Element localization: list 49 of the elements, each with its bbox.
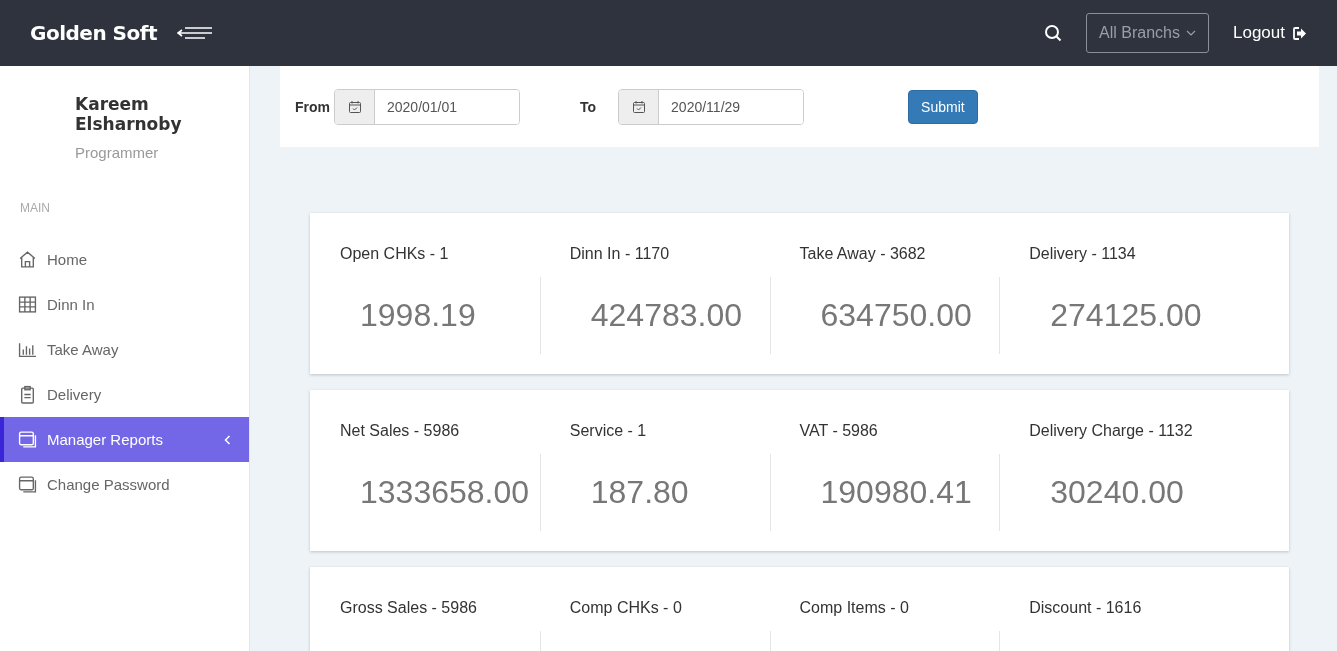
calendar-icon xyxy=(347,99,362,114)
sidebar-item[interactable]: Change Password xyxy=(0,462,249,507)
stat-label: Delivery Charge - 1132 xyxy=(1029,422,1194,440)
calendar-icon xyxy=(631,99,646,114)
stat-value: 274125.00 xyxy=(1050,297,1202,334)
sidebar-item[interactable]: Manager Reports xyxy=(0,417,249,462)
grid-icon xyxy=(18,295,37,314)
sidebar-item[interactable]: Take Away xyxy=(0,327,249,372)
branch-dropdown[interactable]: All Branchs xyxy=(1086,13,1209,53)
chevron-down-icon xyxy=(1186,30,1196,36)
user-role: Programmer xyxy=(75,144,160,161)
sidebar-item[interactable]: Delivery xyxy=(0,372,249,417)
bar-chart-icon xyxy=(18,340,37,359)
stat-value: 424783.00 xyxy=(590,297,742,334)
sidebar-item[interactable]: Home xyxy=(0,237,249,282)
stat-value: 190980.41 xyxy=(820,474,972,511)
date-field[interactable]: 2020/11/29 xyxy=(618,88,805,125)
menu-toggle-icon[interactable] xyxy=(177,26,213,40)
stat-label: Gross Sales - 5986 xyxy=(340,599,478,617)
stat-label: Open CHKs - 1 xyxy=(340,245,450,263)
logout-button[interactable]: Logout xyxy=(1233,23,1307,43)
date-field[interactable]: 2020/01/01 xyxy=(334,88,520,125)
clipboard-icon xyxy=(18,385,37,404)
stat-label: Net Sales - 5986 xyxy=(340,422,461,440)
stat-value: 634750.00 xyxy=(820,297,972,334)
user-name: Kareem Elsharnoby xyxy=(75,94,183,134)
stat-label: VAT - 5986 xyxy=(799,422,879,440)
window-icon xyxy=(18,475,37,494)
stat-label: Discount - 1616 xyxy=(1029,599,1143,617)
stat-value: 1333658.00 xyxy=(360,474,530,511)
stat-label: Dinn In - 1170 xyxy=(569,245,671,263)
window-icon xyxy=(18,430,37,449)
stat-value: 187.80 xyxy=(590,474,689,511)
date-label: From xyxy=(295,98,330,115)
brand-logo: Golden Soft xyxy=(30,21,157,45)
stat-label: Delivery - 1134 xyxy=(1029,245,1137,263)
section-heading: MAIN xyxy=(20,201,51,215)
stat-label: Take Away - 3682 xyxy=(799,245,927,263)
home-icon xyxy=(18,250,37,269)
stat-label: Comp Items - 0 xyxy=(799,599,910,617)
stat-label: Service - 1 xyxy=(569,422,648,440)
date-label: To xyxy=(580,98,597,115)
stat-label: Comp CHKs - 0 xyxy=(569,599,683,617)
search-icon[interactable] xyxy=(1044,24,1063,42)
stat-value: 30240.00 xyxy=(1050,474,1184,511)
logout-icon xyxy=(1293,26,1307,40)
submit-button[interactable]: Submit xyxy=(908,89,978,124)
stat-value: 1998.19 xyxy=(360,297,476,334)
sidebar-item[interactable]: Dinn In xyxy=(0,282,249,327)
